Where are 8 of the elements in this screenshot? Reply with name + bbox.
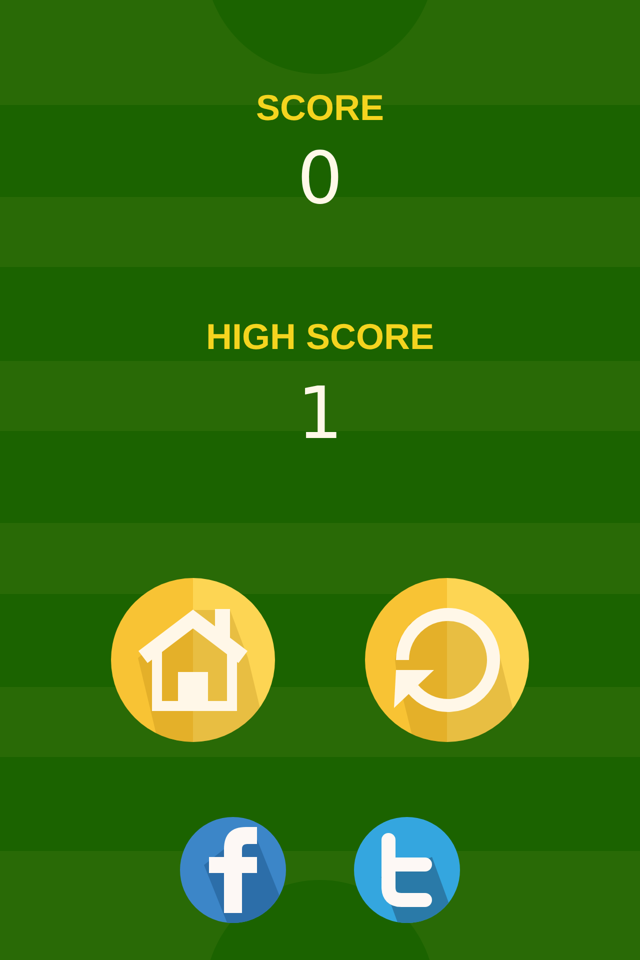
high-score-label: HIGH SCORE — [206, 319, 434, 355]
twitter-t-icon — [381, 832, 433, 908]
score-value: 0 — [297, 142, 343, 214]
facebook-f-icon — [209, 827, 257, 913]
high-score-value: 1 — [297, 377, 343, 449]
restart-icon — [393, 607, 501, 713]
home-icon — [138, 609, 248, 711]
score-label: SCORE — [256, 90, 384, 126]
